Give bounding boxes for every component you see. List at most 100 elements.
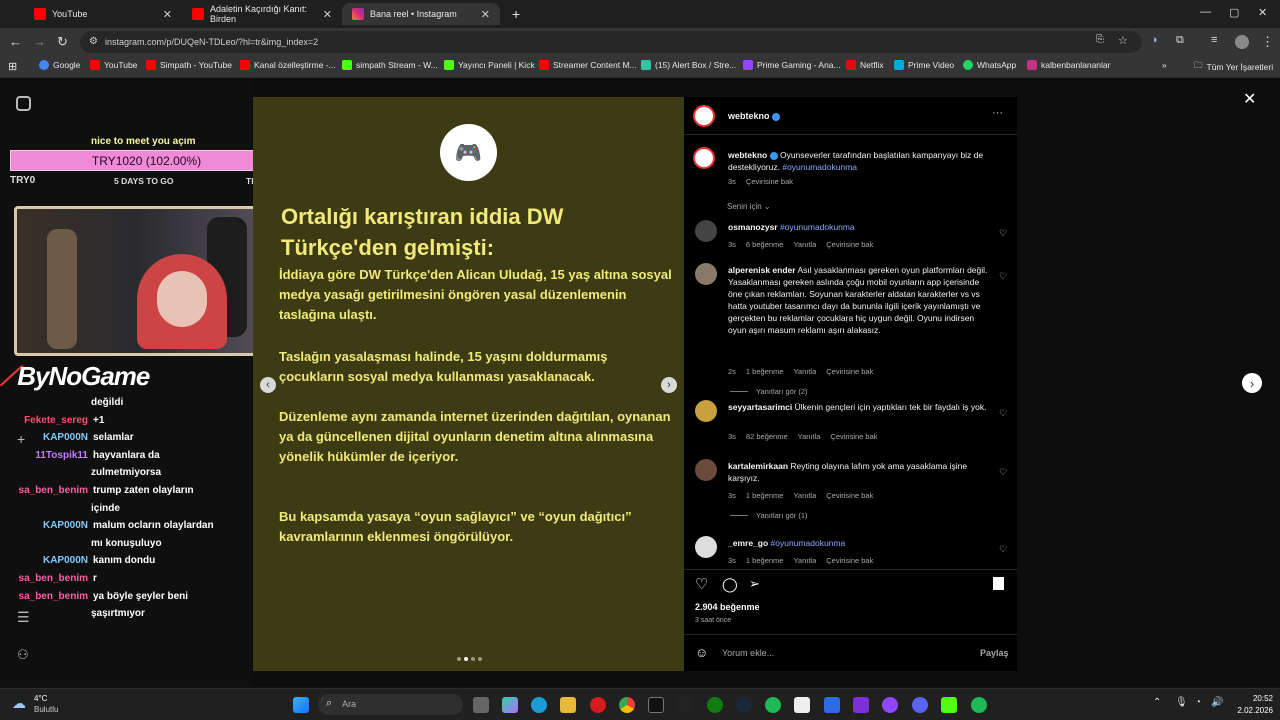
comment-username[interactable]: _emre_go	[728, 538, 768, 548]
tab-video[interactable]: Adaletin Kaçırdığı Kanıt: Birden ✕	[182, 3, 342, 25]
bookmark-item[interactable]: WhatsApp	[963, 60, 1016, 70]
chrome-icon[interactable]	[619, 697, 635, 713]
task-view-icon[interactable]	[473, 697, 489, 713]
wifi-icon[interactable]: ◔	[1195, 697, 1201, 708]
reply-link[interactable]: Yanıtla	[793, 367, 816, 376]
close-window-icon[interactable]: ✕	[1258, 6, 1267, 19]
share-button[interactable]: Paylaş	[980, 648, 1009, 658]
comment-like-icon[interactable]: ♡	[999, 408, 1007, 419]
author-name[interactable]: webtekno	[728, 111, 781, 121]
translate-link[interactable]: Çevirisine bak	[826, 240, 873, 249]
start-icon[interactable]	[293, 697, 309, 713]
bookmark-item[interactable]: YouTube	[90, 60, 137, 70]
profile-avatar[interactable]	[1235, 35, 1249, 49]
reload-icon[interactable]: ↻	[57, 34, 68, 50]
url-field[interactable]: ⚙ instagram.com/p/DUQeN-TDLeo/?hl=tr&img…	[80, 31, 1142, 53]
minimize-icon[interactable]: —	[1200, 6, 1211, 18]
clock-date[interactable]: 2.02.2026	[1225, 706, 1273, 715]
carousel-prev-button[interactable]: ‹	[260, 377, 276, 393]
install-app-icon[interactable]: ⎘	[1096, 34, 1104, 45]
comment-likes[interactable]: 1 beğenme	[746, 491, 784, 500]
comment-username[interactable]: kartalemirkaan	[728, 461, 788, 471]
copilot-icon[interactable]	[502, 697, 518, 713]
comment-hashtag[interactable]: #oyunumadokunma	[771, 538, 846, 548]
app-icon[interactable]	[824, 697, 840, 713]
apps-grid-icon[interactable]: ⊞	[8, 60, 17, 73]
menu-icon[interactable]: ☰	[17, 609, 30, 626]
extensions-puzzle-icon[interactable]: ⧉	[1176, 34, 1184, 47]
tab-close-icon[interactable]: ✕	[481, 8, 490, 21]
comment-likes[interactable]: 1 beğenme	[746, 556, 784, 565]
bookmark-item[interactable]: Streamer Content M...	[539, 60, 637, 70]
kick-icon[interactable]	[941, 697, 957, 713]
all-bookmarks[interactable]: 🗀 Tüm Yer İşaretleri	[1194, 60, 1273, 74]
new-tab-button[interactable]: +	[502, 3, 530, 25]
comment-hashtag[interactable]: #oyunumadokunma	[780, 222, 855, 232]
comment-likes[interactable]: 1 beğenme	[746, 367, 784, 376]
view-replies[interactable]: Yanıtları gör (2)	[730, 387, 808, 396]
tab-youtube[interactable]: YouTube ✕	[24, 3, 182, 25]
bookmark-item[interactable]: (15) Alert Box / Stre...	[641, 60, 736, 70]
maximize-icon[interactable]: ▢	[1229, 6, 1239, 19]
comment-username[interactable]: alperenisk ender	[728, 265, 796, 275]
amazon-icon[interactable]	[677, 697, 693, 713]
spotify-icon[interactable]	[971, 697, 987, 713]
tab-close-icon[interactable]: ✕	[163, 8, 172, 21]
discord-icon[interactable]	[912, 697, 928, 713]
translate-link[interactable]: Çevirisine bak	[826, 491, 873, 500]
microphone-icon[interactable]: 🎙	[1175, 697, 1188, 708]
comment-like-icon[interactable]: ♡	[999, 228, 1007, 239]
weather-temp[interactable]: 4°C	[34, 694, 47, 703]
media-control-icon[interactable]: ≡	[1211, 34, 1217, 46]
share-icon[interactable]: ➢	[749, 576, 760, 592]
comment-avatar[interactable]	[695, 263, 717, 285]
app-icon[interactable]	[794, 697, 810, 713]
more-bookmarks-icon[interactable]: »	[1162, 60, 1167, 70]
bookmark-item[interactable]: Prime Gaming - Ana...	[743, 60, 841, 70]
volume-icon[interactable]: 🔊	[1211, 697, 1223, 708]
comment-input[interactable]: Yorum ekle...	[722, 648, 774, 658]
taskbar-search[interactable]: ⌕ Ara	[318, 694, 463, 715]
back-icon[interactable]: ←	[9, 34, 22, 49]
bookmark-item[interactable]: Kanal özelleştirme -...	[240, 60, 336, 70]
tab-instagram[interactable]: Bana reel • Instagram ✕	[342, 3, 500, 25]
forward-icon[interactable]: →	[33, 34, 46, 49]
comment-likes[interactable]: 6 beğenme	[746, 240, 784, 249]
caption-avatar[interactable]	[693, 147, 715, 169]
bookmark-item[interactable]: Google	[39, 60, 80, 70]
reply-link[interactable]: Yanıtla	[793, 491, 816, 500]
comment-like-icon[interactable]: ♡	[999, 544, 1007, 555]
comment-username[interactable]: seyyartasarimci	[728, 402, 792, 412]
view-replies[interactable]: Yanıtları gör (1)	[730, 511, 808, 520]
comment-avatar[interactable]	[695, 220, 717, 242]
reply-link[interactable]: Yanıtla	[793, 240, 816, 249]
site-info-icon[interactable]: ⚙	[89, 31, 98, 53]
clock-time[interactable]: 20:52	[1235, 694, 1273, 703]
save-bookmark-icon[interactable]	[993, 577, 1004, 590]
more-options-icon[interactable]: ···	[992, 107, 1003, 119]
weather-desc[interactable]: Bulutlu	[34, 705, 58, 714]
comment-username[interactable]: osmanozysr	[728, 222, 778, 232]
reply-link[interactable]: Yanıtla	[793, 556, 816, 565]
spotify-icon[interactable]	[765, 697, 781, 713]
comment-avatar[interactable]	[695, 400, 717, 422]
sort-comments[interactable]: Senin için ⌄	[727, 202, 771, 211]
comment-icon[interactable]: ◯	[722, 576, 738, 593]
bookmark-item[interactable]: kalbenbanlananlar	[1027, 60, 1110, 70]
close-post-icon[interactable]: ✕	[1243, 89, 1256, 109]
bookmark-item[interactable]: Simpath - YouTube	[146, 60, 232, 70]
bookmark-item[interactable]: Prime Video	[894, 60, 954, 70]
file-explorer-icon[interactable]	[560, 697, 576, 713]
edge-icon[interactable]	[531, 697, 547, 713]
translate-link[interactable]: Çevirisine bak	[830, 432, 877, 441]
instagram-logo-icon[interactable]	[16, 96, 31, 111]
tray-chevron-icon[interactable]: ⌃	[1153, 697, 1161, 708]
translate-link[interactable]: Çevirisine bak	[826, 556, 873, 565]
emoji-icon[interactable]: ☺	[695, 645, 708, 660]
comment-likes[interactable]: 82 beğenme	[746, 432, 788, 441]
menu-icon[interactable]: ⋮	[1261, 34, 1274, 50]
next-post-button[interactable]: ›	[1242, 373, 1262, 393]
opera-icon[interactable]	[590, 697, 606, 713]
reply-link[interactable]: Yanıtla	[798, 432, 821, 441]
epic-games-icon[interactable]	[648, 697, 664, 713]
